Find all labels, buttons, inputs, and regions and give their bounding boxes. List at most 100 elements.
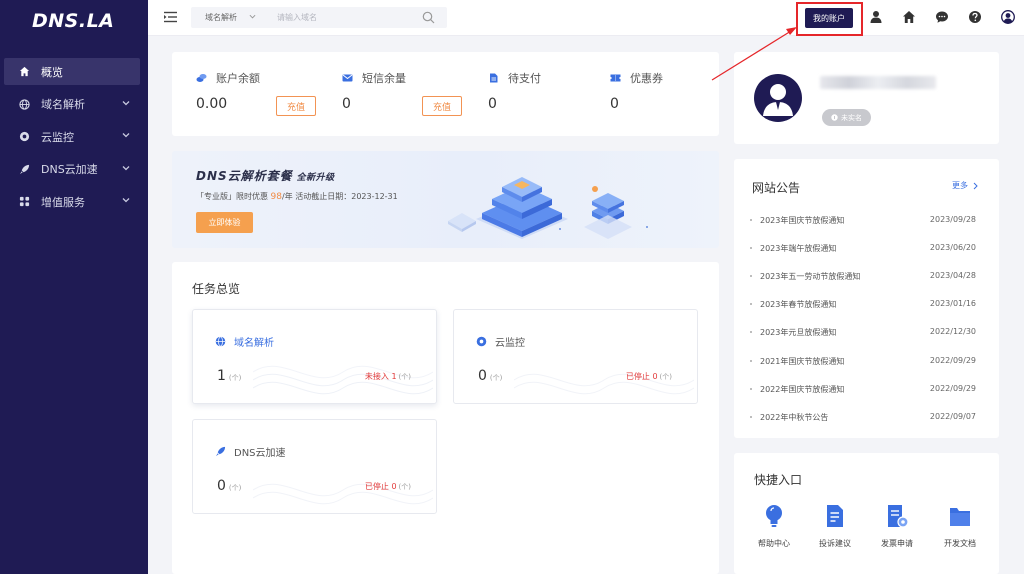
bullet-dot xyxy=(750,331,752,334)
sidebar-item-value-added[interactable]: 增值服务 xyxy=(4,188,140,215)
quick-invoice[interactable]: 发票申请 xyxy=(871,503,923,549)
quick-help-center[interactable]: 帮助中心 xyxy=(748,503,800,549)
logo[interactable]: DNS.LA xyxy=(32,10,114,32)
task-count-value: 0 xyxy=(478,368,487,384)
task-status-count: 1 xyxy=(391,372,397,381)
notice-item[interactable]: 2023年端午放假通知 2023/06/20 xyxy=(750,242,976,256)
task-count-unit: (个) xyxy=(228,374,242,382)
rocket-icon xyxy=(215,446,226,457)
task-count: 0 (个) xyxy=(478,368,502,384)
username-blurred xyxy=(820,76,936,89)
notice-item[interactable]: 2021年国庆节放假通知 2022/09/29 xyxy=(750,355,976,369)
more-link[interactable]: 更多 xyxy=(952,180,979,191)
chevron-down-icon xyxy=(249,14,256,19)
quick-entry-title: 快捷入口 xyxy=(754,473,803,487)
task-status-label: 已停止 xyxy=(364,482,389,491)
home-icon[interactable] xyxy=(902,10,916,24)
user-icon[interactable] xyxy=(869,10,883,24)
home-icon xyxy=(18,66,30,78)
task-dns[interactable]: 域名解析 1 (个) 未接入 1 (个) xyxy=(192,309,437,404)
notice-item[interactable]: 2022年国庆节放假通知 2022/09/29 xyxy=(750,383,976,397)
notice-item[interactable]: 2023年春节放假通知 2023/01/16 xyxy=(750,298,976,312)
sidebar: DNS.LA 概览 域名解析 云监控 DNS云加速 增值服务 xyxy=(0,0,148,574)
monitor-icon xyxy=(476,336,487,347)
notice-item[interactable]: 2022年中秋节公告 2022/09/07 xyxy=(750,411,976,425)
stat-value: 0 xyxy=(610,96,619,112)
notice-text: 2023年元旦放假通知 xyxy=(760,328,837,338)
quick-entry-card: 快捷入口 帮助中心 投诉建议 发票申请 开发文档 xyxy=(734,453,999,574)
quick-feedback[interactable]: 投诉建议 xyxy=(809,503,861,549)
notice-date: 2023/01/16 xyxy=(929,299,976,309)
notice-item[interactable]: 2023年元旦放假通知 2022/12/30 xyxy=(750,326,976,340)
bullet-dot xyxy=(750,359,752,362)
banner-title: DNS云解析套餐 全新升级 xyxy=(196,167,335,184)
banner-illustration xyxy=(448,177,648,239)
bullet-dot xyxy=(750,415,752,418)
highlight-box xyxy=(796,2,863,36)
banner-description: 「专业版」限时优惠 98/年 活动截止日期：2023-12-31 xyxy=(196,191,398,202)
sidebar-item-label: 概览 xyxy=(41,65,63,79)
document-icon xyxy=(490,73,498,83)
verification-badge[interactable]: 未实名 xyxy=(822,109,871,126)
recharge-balance-button[interactable]: 充值 xyxy=(276,96,316,116)
chevron-right-icon xyxy=(973,182,978,189)
task-count: 1 (个) xyxy=(217,368,241,384)
chat-icon[interactable] xyxy=(935,10,949,24)
stat-label: 短信余量 xyxy=(362,72,406,85)
apps-icon xyxy=(18,196,30,208)
task-overview-card: 任务总览 域名解析 1 (个) 未接入 1 (个) 云监控 0 (个) 已停止 0 (个… xyxy=(172,262,719,574)
menu-toggle-icon[interactable] xyxy=(164,11,177,23)
monitor-icon xyxy=(18,131,30,143)
search-input[interactable] xyxy=(277,9,417,26)
task-status-label: 已停止 xyxy=(625,372,650,381)
task-monitor[interactable]: 云监控 0 (个) 已停止 0 (个) xyxy=(453,309,698,404)
stat-pending-payment: 待支付 0 xyxy=(488,70,541,112)
sidebar-item-label: 域名解析 xyxy=(41,98,85,111)
quick-label: 帮助中心 xyxy=(758,539,790,548)
banner-subtitle: 全新升级 xyxy=(296,173,335,183)
stat-value: 0.00 xyxy=(196,96,228,112)
avatar-icon[interactable] xyxy=(1001,10,1015,24)
stat-value: 0 xyxy=(488,96,497,112)
notice-date: 2023/06/20 xyxy=(929,243,976,253)
task-status: 已停止 0 (个) xyxy=(626,371,672,382)
quick-dev-docs[interactable]: 开发文档 xyxy=(934,503,986,549)
globe-icon xyxy=(18,98,30,110)
task-acceleration[interactable]: DNS云加速 0 (个) 已停止 0 (个) xyxy=(192,419,437,514)
sidebar-item-dns[interactable]: 域名解析 xyxy=(4,91,140,118)
chevron-down-icon xyxy=(122,198,130,203)
notice-date: 2023/04/28 xyxy=(929,271,976,281)
sidebar-item-acceleration[interactable]: DNS云加速 xyxy=(4,156,140,183)
task-status-count: 0 xyxy=(652,372,658,381)
rocket-icon xyxy=(18,163,30,175)
search-icon[interactable] xyxy=(422,11,435,24)
promo-banner[interactable]: DNS云解析套餐 全新升级 「专业版」限时优惠 98/年 活动截止日期：2023-… xyxy=(172,151,719,248)
search-type-select[interactable]: 域名解析 xyxy=(205,12,237,23)
notice-text: 2022年中秋节公告 xyxy=(760,412,829,422)
sidebar-item-monitor[interactable]: 云监控 xyxy=(4,123,140,150)
notice-item[interactable]: 2023年国庆节放假通知 2023/09/28 xyxy=(750,214,976,228)
try-now-button[interactable]: 立即体验 xyxy=(196,212,253,233)
chevron-down-icon xyxy=(122,165,130,170)
lightbulb-icon xyxy=(766,505,782,527)
notice-text: 2023年国庆节放假通知 xyxy=(760,216,845,225)
help-icon[interactable] xyxy=(968,10,982,24)
globe-icon xyxy=(215,336,226,347)
task-status-unit: (个) xyxy=(398,483,411,491)
stat-balance: 账户余额 0.00 xyxy=(196,70,260,112)
quick-label: 开发文档 xyxy=(944,539,976,548)
stat-value: 0 xyxy=(342,96,351,112)
notice-item[interactable]: 2023年五一劳动节放假通知 2023/04/28 xyxy=(750,270,976,284)
task-header: DNS云加速 xyxy=(215,444,286,459)
avatar[interactable] xyxy=(754,74,802,122)
feedback-icon xyxy=(827,505,843,527)
task-header: 云监控 xyxy=(476,334,525,349)
task-name: 云监控 xyxy=(495,338,525,349)
notice-date: 2022/09/07 xyxy=(929,411,976,421)
quick-label: 发票申请 xyxy=(881,539,913,548)
notice-date: 2023/09/28 xyxy=(929,215,976,224)
stat-sms: 短信余量 0 xyxy=(342,70,406,112)
sidebar-item-overview[interactable]: 概览 xyxy=(4,58,140,85)
task-name: 域名解析 xyxy=(234,338,274,349)
recharge-sms-button[interactable]: 充值 xyxy=(422,96,462,116)
